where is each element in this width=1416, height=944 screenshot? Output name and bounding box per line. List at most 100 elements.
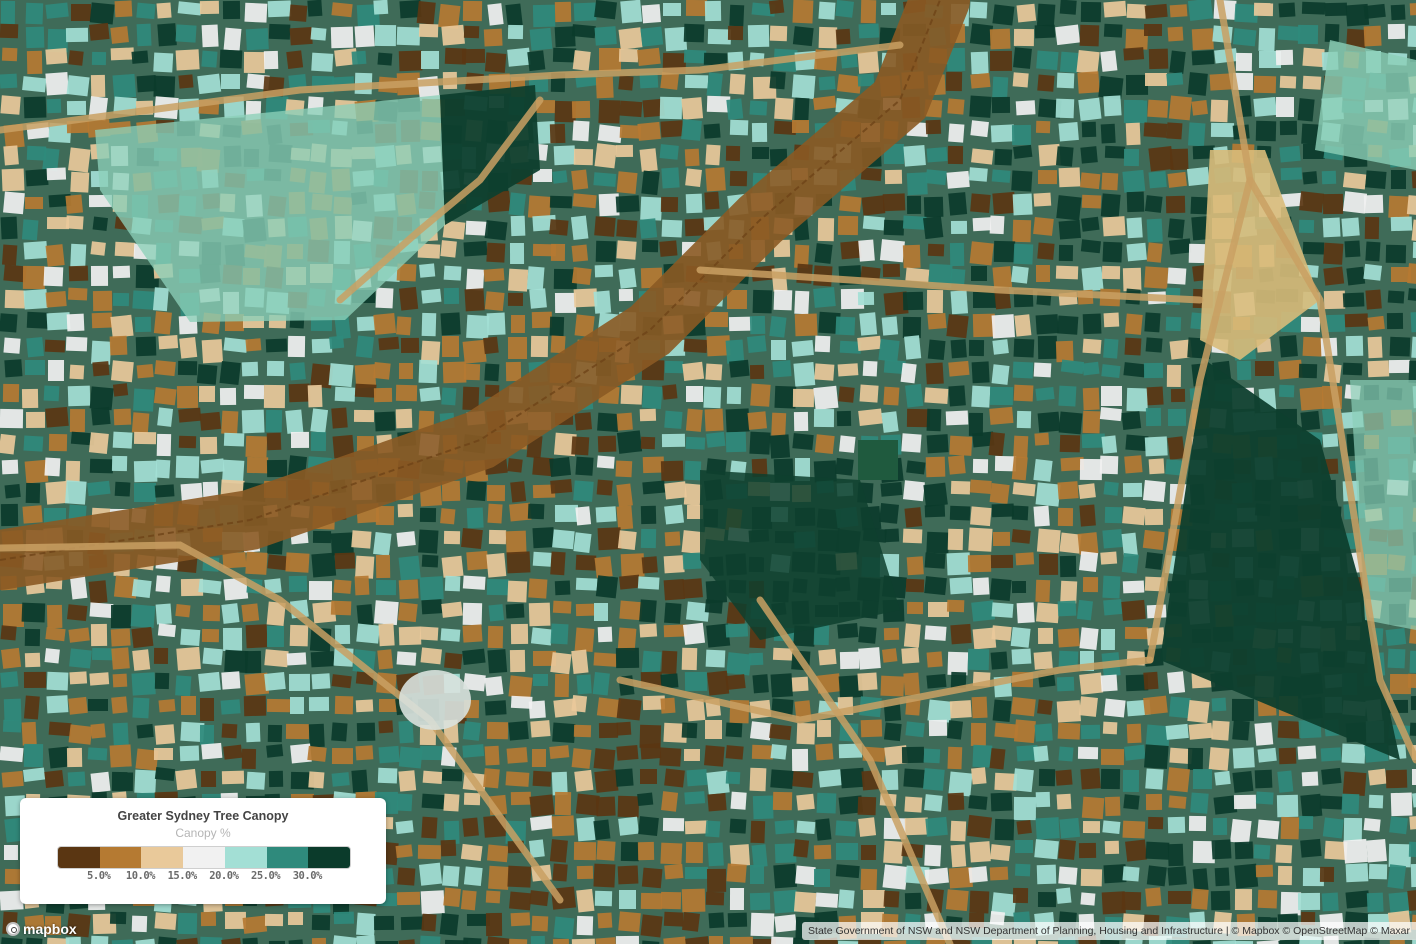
land-parcel — [505, 3, 523, 29]
land-parcel — [373, 600, 399, 626]
land-parcel — [925, 119, 942, 135]
land-parcel — [1099, 455, 1119, 475]
land-parcel — [992, 531, 1011, 547]
land-parcel — [398, 286, 419, 311]
land-parcel — [550, 652, 572, 675]
land-parcel — [1057, 507, 1074, 527]
land-parcel — [1146, 218, 1163, 243]
land-parcel — [703, 52, 728, 66]
land-parcel — [946, 552, 971, 576]
land-parcel — [462, 648, 486, 665]
land-parcel — [1322, 817, 1344, 839]
land-parcel — [703, 386, 722, 409]
land-parcel — [927, 313, 947, 330]
land-parcel — [25, 411, 46, 429]
land-parcel — [794, 290, 810, 315]
land-parcel — [903, 768, 925, 788]
land-parcel — [1187, 122, 1206, 147]
land-parcel — [660, 120, 684, 138]
land-parcel — [483, 336, 499, 355]
legend-panel: Greater Sydney Tree Canopy Canopy % 5.0%… — [20, 798, 386, 904]
land-parcel — [681, 722, 698, 739]
land-parcel — [686, 768, 708, 787]
land-parcel — [970, 193, 991, 213]
land-parcel — [1300, 838, 1322, 858]
land-parcel — [1143, 23, 1163, 37]
land-parcel — [684, 820, 709, 835]
land-parcel — [462, 602, 483, 626]
land-parcel — [1076, 599, 1093, 621]
land-parcel — [1012, 193, 1033, 216]
land-parcel — [134, 316, 152, 333]
land-parcel — [154, 360, 176, 377]
land-parcel — [616, 430, 643, 454]
land-parcel — [703, 123, 721, 139]
land-parcel — [153, 386, 177, 406]
land-parcel — [26, 145, 47, 161]
land-parcel — [905, 939, 921, 944]
mapbox-logo[interactable]: mapbox — [6, 920, 77, 938]
land-parcel — [153, 311, 172, 335]
land-parcel — [266, 744, 284, 758]
land-parcel — [89, 602, 114, 619]
land-parcel — [400, 337, 420, 354]
land-parcel — [44, 770, 64, 788]
land-parcel — [815, 818, 832, 841]
land-parcel — [992, 76, 1009, 99]
land-parcel — [176, 646, 201, 671]
map-attribution[interactable]: State Government of NSW and NSW Departme… — [802, 922, 1416, 940]
land-parcel — [814, 434, 835, 455]
land-parcel — [1104, 506, 1123, 524]
land-parcel — [659, 144, 679, 160]
land-parcel — [598, 722, 619, 739]
land-parcel — [65, 460, 81, 483]
land-parcel — [683, 748, 701, 762]
land-parcel — [1058, 219, 1081, 240]
land-parcel — [46, 167, 67, 181]
land-parcel — [1390, 4, 1406, 21]
land-parcel — [637, 792, 654, 807]
land-parcel — [926, 146, 948, 163]
land-parcel — [1012, 768, 1034, 793]
land-parcel — [686, 386, 703, 402]
land-parcel — [924, 867, 949, 885]
land-parcel — [89, 458, 114, 474]
land-parcel — [1014, 863, 1031, 877]
land-parcel — [969, 1, 988, 19]
land-parcel — [1037, 169, 1058, 185]
land-parcel — [946, 314, 969, 339]
land-parcel — [483, 28, 503, 47]
land-parcel — [906, 195, 922, 215]
land-parcel — [1409, 650, 1416, 674]
land-parcel — [1213, 795, 1238, 815]
land-parcel — [637, 121, 661, 141]
land-parcel — [773, 863, 798, 889]
land-parcel — [1344, 313, 1369, 328]
land-parcel — [948, 385, 966, 407]
land-parcel — [488, 865, 510, 890]
land-parcel — [1367, 336, 1383, 359]
land-parcel — [1257, 889, 1278, 909]
land-parcel — [946, 599, 965, 613]
land-parcel — [1100, 674, 1118, 692]
land-parcel — [707, 28, 732, 45]
land-parcel — [818, 1, 836, 20]
land-parcel — [1123, 148, 1140, 167]
land-parcel — [22, 767, 46, 782]
land-parcel — [131, 915, 148, 933]
land-parcel — [1279, 145, 1301, 163]
land-parcel — [814, 335, 831, 353]
land-parcel — [461, 48, 486, 64]
land-parcel — [1321, 892, 1339, 912]
land-parcel — [21, 721, 37, 746]
land-parcel — [22, 265, 46, 290]
land-parcel — [774, 914, 798, 933]
land-parcel — [857, 291, 875, 306]
land-parcel — [131, 50, 149, 64]
land-parcel — [948, 360, 970, 377]
land-parcel — [1323, 290, 1346, 310]
land-parcel — [813, 385, 839, 410]
land-parcel — [1148, 48, 1169, 70]
land-parcel — [729, 119, 749, 136]
land-parcel — [1100, 385, 1123, 407]
